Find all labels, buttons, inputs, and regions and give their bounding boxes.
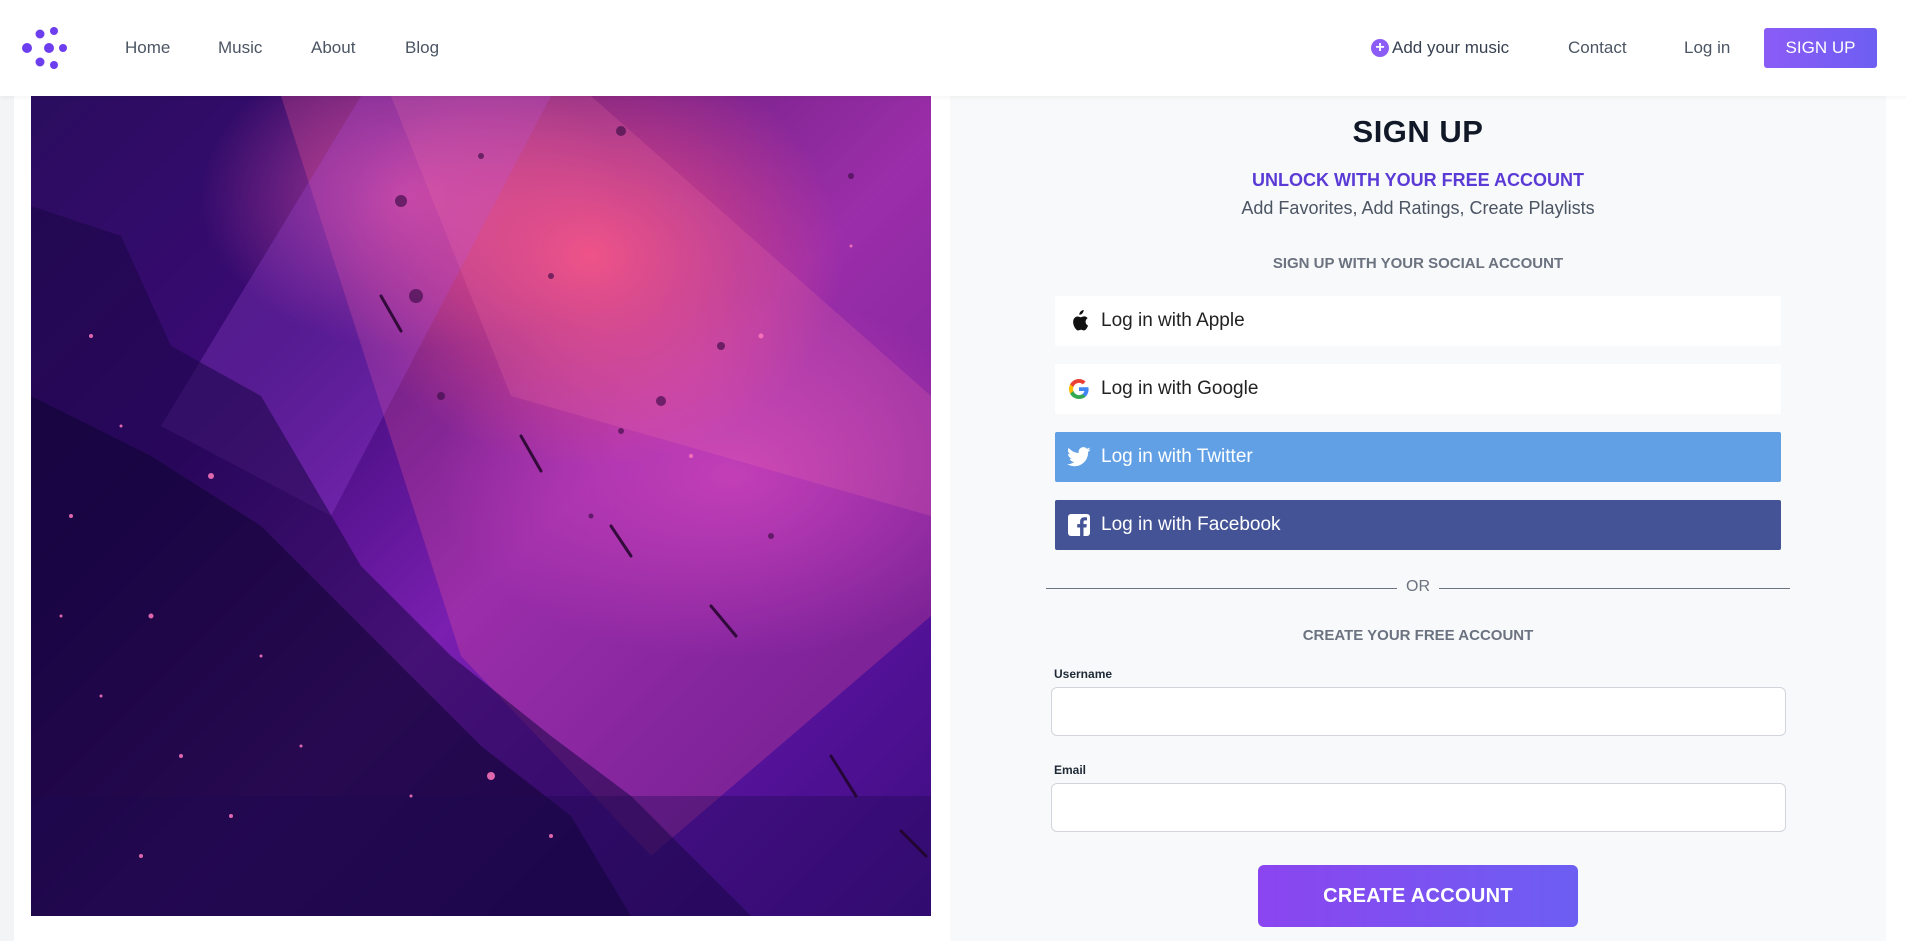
signup-title: SIGN UP: [1352, 114, 1484, 149]
right-gutter: [1886, 96, 1907, 941]
plus-circle-icon: +: [1371, 39, 1389, 57]
email-label: Email: [1054, 763, 1087, 777]
twitter-login-label: Log in with Twitter: [1101, 446, 1253, 467]
apple-icon: [1067, 309, 1091, 333]
hero-image: [31, 96, 931, 916]
nav-blog-link[interactable]: Blog: [405, 38, 439, 58]
google-login-label: Log in with Google: [1101, 378, 1259, 399]
or-divider-text: OR: [1406, 578, 1430, 595]
google-login-button[interactable]: Log in with Google: [1055, 364, 1781, 414]
twitter-icon: [1067, 445, 1091, 469]
apple-login-button[interactable]: Log in with Apple: [1055, 296, 1781, 346]
divider-line-right: [1439, 588, 1790, 589]
perks-text: Add Favorites, Add Ratings, Create Playl…: [1241, 198, 1595, 218]
apple-login-label: Log in with Apple: [1101, 310, 1245, 331]
twitter-login-button[interactable]: Log in with Twitter: [1055, 432, 1781, 482]
left-gutter: [0, 96, 14, 941]
nav-about-link[interactable]: About: [311, 38, 355, 58]
email-input[interactable]: [1051, 783, 1786, 832]
hero-artwork: [31, 96, 931, 916]
username-input[interactable]: [1051, 687, 1786, 736]
facebook-login-button[interactable]: Log in with Facebook: [1055, 500, 1781, 550]
nav-login-link[interactable]: Log in: [1684, 38, 1730, 58]
create-account-button[interactable]: CREATE ACCOUNT: [1258, 865, 1578, 927]
site-header: Home Music About Blog + Add your music C…: [0, 0, 1907, 96]
divider-line-left: [1046, 588, 1397, 589]
create-account-heading: CREATE YOUR FREE ACCOUNT: [1302, 627, 1534, 644]
add-music-label: Add your music: [1392, 38, 1510, 57]
facebook-login-label: Log in with Facebook: [1101, 514, 1281, 535]
logo-icon[interactable]: [21, 26, 69, 70]
nav-contact-link[interactable]: Contact: [1568, 38, 1627, 58]
social-heading: SIGN UP WITH YOUR SOCIAL ACCOUNT: [1272, 255, 1564, 272]
nav-music-link[interactable]: Music: [218, 38, 262, 58]
add-music-link[interactable]: + Add your music: [1371, 38, 1509, 58]
username-label: Username: [1054, 667, 1113, 681]
nav-home-link[interactable]: Home: [125, 38, 170, 58]
google-icon: [1067, 377, 1091, 401]
facebook-icon: [1067, 513, 1091, 537]
header-signup-button[interactable]: SIGN UP: [1764, 28, 1877, 68]
unlock-subtitle: UNLOCK WITH YOUR FREE ACCOUNT: [1252, 170, 1584, 190]
